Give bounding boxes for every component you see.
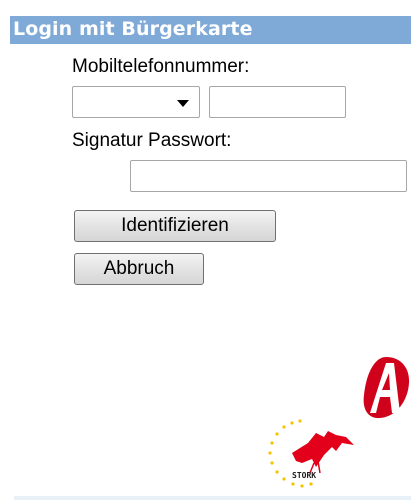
phone-number-label: Mobiltelefonnummer: [72,56,250,77]
stork-logo-text: STORK [292,471,316,480]
a-sign-logo [363,357,410,419]
chevron-down-icon [177,100,189,107]
header-title: Login mit Bürgerkarte [13,18,253,40]
identify-button[interactable]: Identifizieren [74,210,276,242]
stork-logo: STORK [268,419,354,488]
footer-divider [14,496,411,500]
signature-password-input[interactable] [130,160,407,192]
login-header: Login mit Bürgerkarte [10,16,411,44]
phone-number-input[interactable] [209,86,346,118]
country-code-select[interactable] [72,86,200,118]
cancel-button[interactable]: Abbruch [74,253,204,285]
signature-password-label: Signatur Passwort: [72,130,232,151]
